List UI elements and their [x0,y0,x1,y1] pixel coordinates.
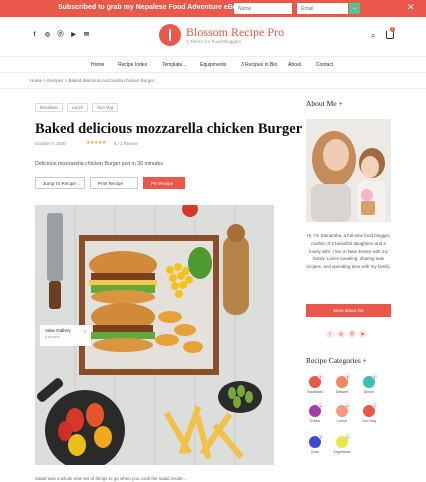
category-vegetarian[interactable]: 4 Vegetarian [330,434,354,455]
category-label: Dinner [363,390,375,394]
email-input[interactable] [297,3,348,14]
category-count-badge: 4 [372,374,377,379]
close-icon[interactable]: ✕ [407,2,415,13]
youtube-icon[interactable]: ▶ [69,31,78,40]
instagram-icon[interactable]: ◎ [337,330,345,338]
dessert-icon: 5 [336,374,350,388]
category-non-veg[interactable]: 3 Non Veg [357,403,381,424]
post-tags: Breakfast Lunch Non Veg [35,103,119,112]
jump-to-recipe-button[interactable]: Jump To Recipe [35,177,85,190]
subscribe-submit-button[interactable]: → [349,3,360,14]
author-bio: Hi, I'm Samantha, a full-time food blogg… [306,233,391,270]
pin-recipe-button[interactable]: Pin Recipe [143,177,185,189]
view-gallery-button[interactable]: View Gallery 8 photos → [40,325,91,346]
email-icon[interactable]: ✉ [82,31,91,40]
more-about-me-button[interactable]: More about me [306,304,391,317]
nav-item-template[interactable]: Template... [162,62,186,68]
print-recipe-button[interactable]: Print Recipe [90,177,138,189]
author-photo [306,119,391,222]
name-input[interactable] [234,3,292,14]
category-label: Breakfast [307,390,323,394]
cart-icon[interactable] [386,31,394,39]
category-count-badge: 3 [372,403,377,408]
breakfast-icon: 3 [309,374,323,388]
lunch-icon: 6 [336,403,350,417]
nav-item-recipes-in-bio[interactable]: 3 Recipes in Bio [241,62,277,68]
site-title[interactable]: Blossom Recipe Pro [186,25,284,40]
category-count-badge: 2 [318,434,323,439]
nav-item-recipe-index[interactable]: Recipe Index [118,62,147,68]
category-drinks[interactable]: 2 Drinks [303,403,327,424]
category-label: Soup [310,450,320,454]
arrow-right-icon: → [82,328,87,334]
instagram-icon[interactable]: ◎ [43,31,52,40]
category-label: Dessert [335,390,349,394]
nav-item-home[interactable]: Home [91,62,104,68]
site-tagline: A Theme for Food Bloggers [186,39,241,44]
category-count-badge: 3 [318,374,323,379]
tag-lunch[interactable]: Lunch [66,103,89,112]
divider [0,88,426,89]
category-count-badge: 2 [318,403,323,408]
category-dessert[interactable]: 5 Dessert [330,374,354,395]
facebook-icon[interactable]: f [326,330,334,338]
rating-text: 5 / 1 Review [114,141,138,146]
breadcrumb[interactable]: Home > Recipes > Baked delicious mozzare… [30,78,154,83]
post-description: Delicious mozzarella chicken Burger just… [35,161,164,167]
vegetarian-icon: 4 [336,434,350,448]
nav-item-about[interactable]: About [288,62,301,68]
nav-item-contact[interactable]: Contact [316,62,333,68]
tag-non-veg[interactable]: Non Veg [92,103,119,112]
category-label: Drinks [309,419,321,423]
about-widget-title: About Me + [306,99,343,108]
non-veg-icon: 3 [363,403,377,417]
category-soup[interactable]: 2 Soup [303,434,327,455]
view-gallery-label: View Gallery [45,328,71,333]
main-navigation: Home Recipe Index Template... Equipments… [0,56,426,73]
youtube-icon[interactable]: ▶ [359,330,367,338]
category-count-badge: 5 [345,374,350,379]
sidebar-social-links: f ◎ ⓟ ▶ [326,330,367,338]
nav-item-equipments[interactable]: Equipments [200,62,226,68]
categories-widget-title: Recipe Categories + [306,356,367,365]
post-content-text: Salad was a whole new set of things to g… [35,476,187,481]
gallery-photo-count: 8 photos [45,335,60,339]
category-count-badge: 4 [345,434,350,439]
pinterest-icon[interactable]: ⓟ [348,330,356,338]
category-breakfast[interactable]: 3 Breakfast [303,374,327,395]
header-social-links: f ◎ ⓟ ▶ ✉ [30,31,91,40]
soup-icon: 2 [309,434,323,448]
site-logo[interactable] [159,24,181,46]
rating-stars: ★★★★★ [86,140,106,146]
category-lunch[interactable]: 6 Lunch [330,403,354,424]
pinterest-icon[interactable]: ⓟ [56,31,65,40]
category-label: Lunch [337,419,347,423]
post-date: October 7, 2020 [35,141,66,146]
post-title: Baked delicious mozzarella chicken Burge… [35,121,303,137]
subscribe-bar: Subscribed to grab my Nepalese Food Adve… [0,0,426,17]
author-photo-illustration [306,119,391,222]
category-count-badge: 6 [345,403,350,408]
category-label: Vegetarian [333,450,351,454]
tag-breakfast[interactable]: Breakfast [35,103,63,112]
cart-count-badge: 1 [390,27,395,32]
category-dinner[interactable]: 4 Dinner [357,374,381,395]
dinner-icon: 4 [363,374,377,388]
search-icon[interactable]: ⌕ [371,31,375,41]
subscribe-message: Subscribed to grab my Nepalese Food Adve… [58,4,248,11]
category-label: Non Veg [362,419,376,423]
facebook-icon[interactable]: f [30,31,39,40]
drinks-icon: 2 [309,403,323,417]
